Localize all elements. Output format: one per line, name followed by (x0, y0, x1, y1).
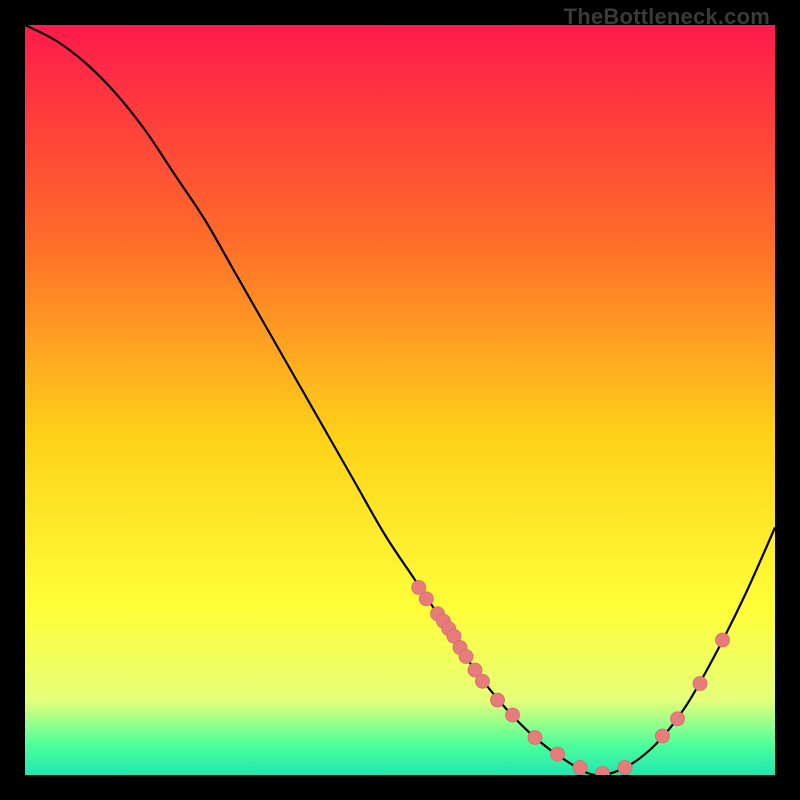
chart-svg (25, 25, 775, 775)
curve-marker (506, 708, 520, 722)
curve-marker (419, 592, 433, 606)
gradient-background (25, 25, 775, 775)
curve-marker (459, 650, 473, 664)
curve-marker (716, 633, 730, 647)
curve-marker (671, 712, 685, 726)
curve-marker (656, 729, 670, 743)
curve-marker (476, 674, 490, 688)
curve-marker (693, 677, 707, 691)
curve-marker (551, 747, 565, 761)
chart-area (25, 25, 775, 775)
curve-marker (618, 761, 632, 775)
curve-marker (491, 693, 505, 707)
curve-marker (573, 761, 587, 775)
curve-marker (528, 731, 542, 745)
